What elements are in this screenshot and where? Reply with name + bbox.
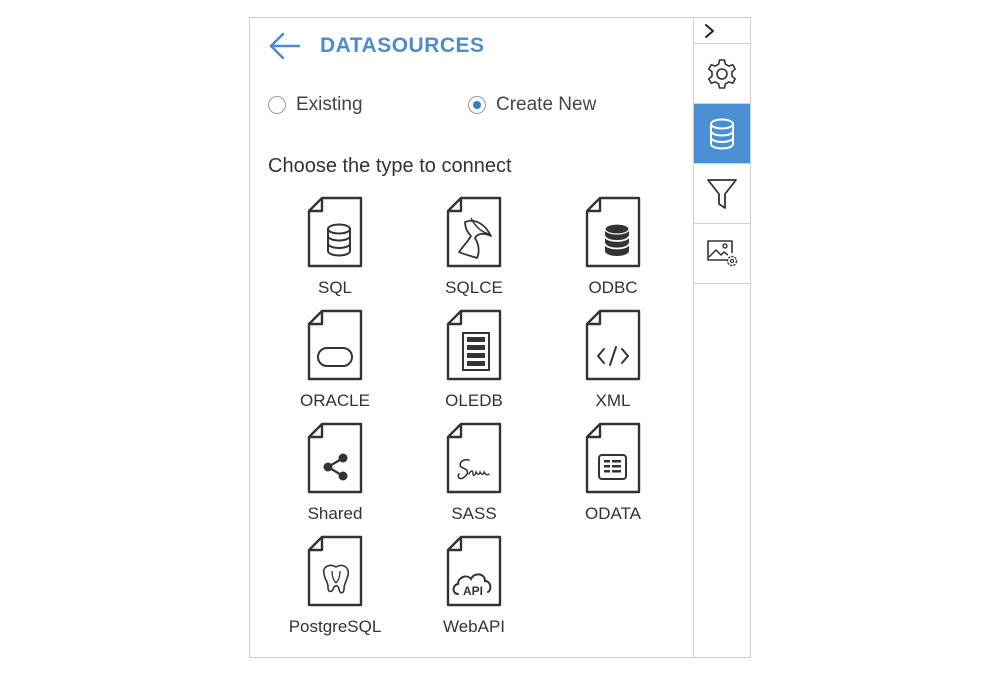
postgresql-file-icon [307, 535, 363, 607]
oracle-file-icon [307, 309, 363, 381]
xml-file-icon [585, 309, 641, 381]
datasource-label: SASS [451, 504, 497, 523]
sass-file-icon [446, 422, 502, 494]
datasource-label: ORACLE [300, 391, 370, 410]
existing-radio[interactable]: Existing [268, 94, 468, 116]
existing-radio-label: Existing [296, 94, 363, 115]
odata-file-icon [585, 422, 641, 494]
datasource-tile-odata[interactable]: ODATA [543, 422, 683, 527]
datasource-label: XML [595, 391, 631, 410]
gear-icon [708, 58, 736, 89]
datasource-tile-sqlce[interactable]: SQLCE [404, 196, 544, 301]
datasource-tile-shared[interactable]: Shared [265, 422, 405, 527]
datasource-label: Shared [307, 504, 363, 523]
datasource-tile-sql[interactable]: SQL [265, 196, 405, 301]
datasource-tile-oracle[interactable]: ORACLE [265, 309, 405, 414]
create-new-radio-circle[interactable] [468, 96, 486, 114]
create-new-radio-label: Create New [496, 94, 597, 115]
datasource-label: SQL [317, 278, 353, 297]
filter-button[interactable] [694, 164, 750, 224]
existing-radio-circle[interactable] [268, 96, 286, 114]
sqlce-file-icon [446, 196, 502, 268]
datasource-tile-xml[interactable]: XML [543, 309, 683, 414]
datasource-label: PostgreSQL [288, 617, 382, 636]
create-new-radio[interactable]: Create New [468, 94, 596, 116]
sql-database-file-icon [307, 196, 363, 268]
image-settings-icon [707, 239, 738, 266]
collapse-toggle[interactable] [694, 18, 750, 44]
oledb-file-icon [446, 309, 502, 381]
chevron-right-icon [705, 23, 714, 38]
database-icon [710, 118, 734, 149]
datasource-button[interactable] [694, 104, 750, 164]
datasource-label: OLEDB [445, 391, 503, 410]
datasource-tile-sass[interactable]: SASS [404, 422, 544, 527]
datasource-tile-oledb[interactable]: OLEDB [404, 309, 544, 414]
datasource-main: DATASOURCES Existing Create New Choose t… [250, 18, 693, 657]
image-settings-button[interactable] [694, 224, 750, 284]
properties-button[interactable] [694, 44, 750, 104]
webapi-file-icon: API [446, 535, 502, 607]
datasource-label: SQLCE [445, 278, 503, 297]
back-button[interactable] [268, 31, 304, 61]
odbc-database-file-icon [585, 196, 641, 268]
datasource-tile-odbc[interactable]: ODBC [543, 196, 683, 301]
shared-file-icon [307, 422, 363, 494]
filter-icon [707, 178, 737, 209]
datasource-tile-webapi[interactable]: API WebAPI [404, 535, 544, 640]
section-title: Choose the type to connect [268, 155, 512, 177]
panel-header: DATASOURCES [268, 28, 485, 64]
svg-text:API: API [463, 584, 483, 598]
datasource-label: ODATA [584, 504, 642, 523]
datasource-tile-postgresql[interactable]: PostgreSQL [265, 535, 405, 640]
datasource-panel: DATASOURCES Existing Create New Choose t… [249, 17, 751, 658]
datasource-label: WebAPI [442, 617, 506, 636]
arrow-left-icon [269, 32, 301, 60]
side-rail [693, 18, 751, 657]
panel-title: DATASOURCES [320, 34, 485, 57]
datasource-label: ODBC [588, 278, 638, 297]
mode-radio-group: Existing Create New [268, 94, 596, 116]
